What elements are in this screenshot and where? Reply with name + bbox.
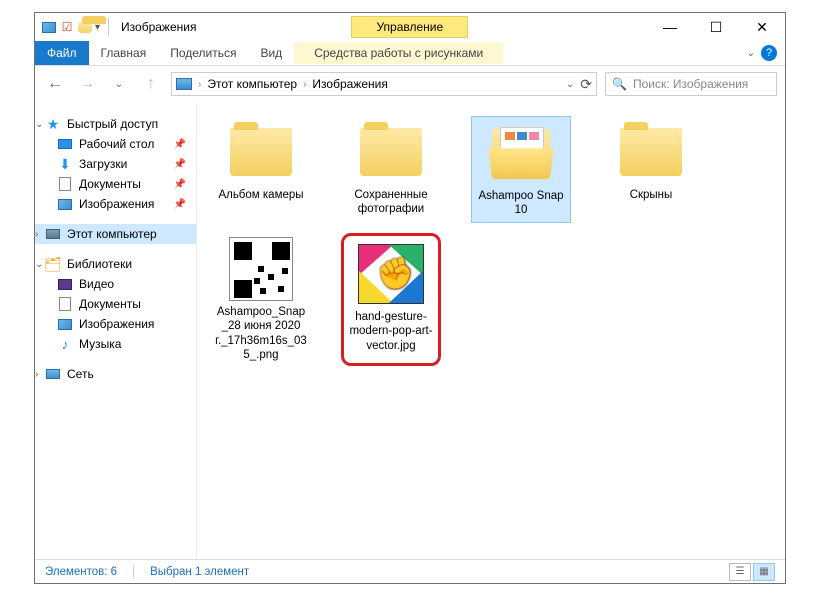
pictures-icon <box>57 316 73 332</box>
picture-tools-tab[interactable]: Средства работы с рисунками <box>294 42 503 64</box>
chevron-right-icon[interactable]: › <box>35 369 38 380</box>
up-button[interactable]: ↑ <box>139 72 163 96</box>
close-button[interactable]: ✕ <box>739 13 785 41</box>
pictures-icon <box>41 19 57 35</box>
breadcrumb-sep-icon[interactable]: › <box>303 79 306 90</box>
libraries-icon: 🗂 <box>45 256 61 272</box>
sidebar-downloads[interactable]: ⬇Загрузки📌 <box>35 154 196 174</box>
sidebar-videos[interactable]: Видео <box>35 274 196 294</box>
pin-icon: 📌 <box>174 199 192 210</box>
refresh-icon[interactable]: ⟳ <box>580 76 592 93</box>
maximize-button[interactable]: ☐ <box>693 13 739 41</box>
forward-button[interactable]: → <box>75 72 99 96</box>
back-button[interactable]: ← <box>43 72 67 96</box>
sidebar-documents[interactable]: Документы📌 <box>35 174 196 194</box>
contextual-tab-label[interactable]: Управление <box>351 16 468 38</box>
address-bar[interactable]: › Этот компьютер › Изображения ⌄ ⟳ <box>171 72 597 96</box>
pin-icon: 📌 <box>174 159 192 170</box>
desktop-icon <box>57 136 73 152</box>
file-list[interactable]: Альбом камеры Сохраненные фотографии Ash… <box>197 102 785 559</box>
documents-icon <box>57 296 73 312</box>
sidebar-desktop[interactable]: Рабочий стол📌 <box>35 134 196 154</box>
folder-icon <box>360 128 422 176</box>
videos-icon <box>57 276 73 292</box>
sidebar-this-pc[interactable]: › Этот компьютер <box>35 224 196 244</box>
sidebar-pictures-qa[interactable]: Изображения📌 <box>35 194 196 214</box>
star-icon: ★ <box>45 116 61 132</box>
pin-icon: 📌 <box>174 179 192 190</box>
network-icon <box>45 366 61 382</box>
sidebar-libraries[interactable]: ⌄ 🗂 Библиотеки <box>35 254 196 274</box>
folder-icon <box>620 128 682 176</box>
titlebar: ☑ ▾ Изображения Управление — ☐ ✕ <box>35 13 785 41</box>
address-dropdown-icon[interactable]: ⌄ <box>566 79 574 90</box>
pin-icon: 📌 <box>174 139 192 150</box>
chevron-down-icon[interactable]: ⌄ <box>35 259 43 270</box>
search-icon: 🔍 <box>612 77 627 91</box>
folder-preview-icon <box>486 125 556 181</box>
music-icon: ♪ <box>57 336 73 352</box>
image-thumbnail: ✊ <box>358 244 424 304</box>
view-tab[interactable]: Вид <box>248 42 294 64</box>
address-bar-row: ← → ⌄ ↑ › Этот компьютер › Изображения ⌄… <box>35 66 785 102</box>
downloads-icon: ⬇ <box>57 156 73 172</box>
quick-access-toolbar: ☑ ▾ Изображения <box>35 18 196 36</box>
folder-item-selected[interactable]: Ashampoo Snap 10 <box>471 116 571 223</box>
computer-icon <box>45 226 61 242</box>
sidebar-documents-lib[interactable]: Документы <box>35 294 196 314</box>
search-input[interactable]: 🔍 Поиск: Изображения <box>605 72 777 96</box>
documents-icon <box>57 176 73 192</box>
qr-thumbnail-icon <box>229 237 293 301</box>
share-tab[interactable]: Поделиться <box>158 42 248 64</box>
sidebar-music[interactable]: ♪Музыка <box>35 334 196 354</box>
folder-item[interactable]: Скрыны <box>601 116 701 223</box>
help-icon[interactable]: ? <box>761 45 777 61</box>
image-item-highlighted[interactable]: ✊ hand-gesture-modern-pop-art-vector.jpg <box>341 233 441 367</box>
status-bar: Элементов: 6 Выбран 1 элемент ☰ ▦ <box>35 559 785 583</box>
sidebar-pictures-lib[interactable]: Изображения <box>35 314 196 334</box>
location-icon <box>176 78 192 90</box>
properties-icon[interactable]: ☑ <box>59 19 75 35</box>
new-folder-icon[interactable] <box>77 19 93 35</box>
details-view-button[interactable]: ☰ <box>729 563 751 581</box>
window-controls: — ☐ ✕ <box>647 13 785 41</box>
home-tab[interactable]: Главная <box>89 42 159 64</box>
pictures-icon <box>57 196 73 212</box>
breadcrumb-sep-icon[interactable]: › <box>198 79 201 90</box>
icons-view-button[interactable]: ▦ <box>753 563 775 581</box>
sidebar-network[interactable]: › Сеть <box>35 364 196 384</box>
window-title: Изображения <box>121 20 196 34</box>
folder-item[interactable]: Сохраненные фотографии <box>341 116 441 223</box>
ribbon: Файл Главная Поделиться Вид Средства раб… <box>35 41 785 66</box>
breadcrumb-folder[interactable]: Изображения <box>312 77 387 91</box>
navigation-pane: ⌄ ★ Быстрый доступ Рабочий стол📌 ⬇Загруз… <box>35 102 197 559</box>
folder-item[interactable]: Альбом камеры <box>211 116 311 223</box>
status-selection: Выбран 1 элемент <box>150 566 249 578</box>
search-placeholder: Поиск: Изображения <box>633 77 748 91</box>
folder-icon <box>230 128 292 176</box>
breadcrumb-root[interactable]: Этот компьютер <box>207 77 297 91</box>
file-tab[interactable]: Файл <box>35 41 89 65</box>
expand-ribbon-icon[interactable]: ⌄ <box>747 48 755 59</box>
recent-dropdown-icon[interactable]: ⌄ <box>107 72 131 96</box>
explorer-window: ☑ ▾ Изображения Управление — ☐ ✕ Файл Гл… <box>34 12 786 584</box>
minimize-button[interactable]: — <box>647 13 693 41</box>
chevron-right-icon[interactable]: › <box>35 229 38 240</box>
sidebar-quick-access[interactable]: ⌄ ★ Быстрый доступ <box>35 114 196 134</box>
chevron-down-icon[interactable]: ⌄ <box>35 119 43 130</box>
status-count: Элементов: 6 <box>45 566 117 578</box>
image-item[interactable]: Ashampoo_Snap_28 июня 2020 г._17h36m16s_… <box>211 233 311 367</box>
